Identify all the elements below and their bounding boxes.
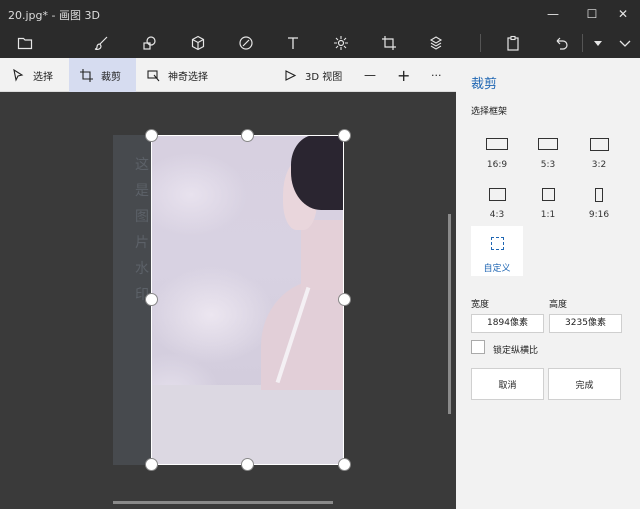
lock-aspect-checkbox[interactable] [471,340,485,354]
effects-icon[interactable] [326,28,356,58]
ratio-1-1[interactable]: 1:1 [522,180,574,230]
frame-section-label: 选择框架 [471,107,508,117]
watermark-char: 片 [135,235,149,251]
2d-shapes-icon[interactable] [135,28,165,58]
toolbar-divider [480,34,481,52]
watermark-char: 是 [135,183,149,199]
ratio-3-2[interactable]: 3:2 [573,130,625,180]
crop-handle-top-right[interactable] [338,129,351,142]
cursor-icon [13,68,24,82]
zoom-out-button[interactable]: — [364,58,380,92]
select-tool-button[interactable]: 选择 [12,58,68,92]
crop-tool-button[interactable]: 裁剪 [69,58,136,92]
folder-icon[interactable] [10,28,40,58]
crop-label: 裁剪 [101,71,121,83]
ratio-9-16[interactable]: 9:16 [573,180,625,230]
ratio-shape-icon [589,138,609,151]
magic-select-icon [147,69,160,81]
3d-view-icon [285,69,297,81]
ratio-shape-icon [486,138,508,150]
cancel-button[interactable]: 取消 [471,368,544,400]
height-field[interactable]: 3235像素 [549,314,622,333]
ratio-5-3[interactable]: 5:3 [522,130,574,180]
select-label: 选择 [33,71,53,83]
crop-handle-bottom-left[interactable] [145,458,158,471]
ratio-shape-icon [538,138,558,150]
ratio-4-3[interactable]: 4:3 [471,180,523,230]
minimize-button[interactable]: — [536,0,570,28]
ratio-shape-icon [490,237,504,250]
watermark-char: 水 [135,261,149,277]
watermark-char: 图 [135,209,149,225]
crop-frame[interactable] [151,135,344,465]
crop-panel: 裁剪 选择框架 16:9 5:3 3:2 4:3 1:1 9:16 自定义 宽度… [456,58,640,509]
crop-subtoolbar: 选择 裁剪 神奇选择 3D 视图 — + ··· [0,58,456,92]
ratio-label: 1:1 [540,210,556,220]
vertical-scrollbar[interactable] [448,214,451,414]
canvas-area[interactable]: 这 是 图 片 水 印 [0,92,456,509]
height-label: 高度 [549,300,568,310]
more-options-button[interactable]: ··· [431,58,447,92]
ratio-label: 5:3 [540,160,556,170]
magic-select-button[interactable]: 神奇选择 [147,58,217,92]
watermark-char: 这 [135,157,149,173]
crop-handle-left[interactable] [145,293,158,306]
ratio-label: 3:2 [591,160,607,170]
dropdown-icon[interactable] [583,28,613,58]
lock-aspect-label: 锁定纵横比 [493,346,539,356]
stickers-icon[interactable] [231,28,261,58]
crop-handle-bottom-right[interactable] [338,458,351,471]
crop-handle-right[interactable] [338,293,351,306]
window-title: 20.jpg* - 画图 3D [8,9,100,22]
library-icon[interactable] [421,28,451,58]
expand-icon[interactable] [610,28,640,58]
magic-select-label: 神奇选择 [168,71,208,83]
crop-handle-bottom[interactable] [241,458,254,471]
crop-handle-top[interactable] [241,129,254,142]
text-icon[interactable] [278,28,308,58]
canvas-icon[interactable] [374,28,404,58]
crop-handle-top-left[interactable] [145,129,158,142]
width-label: 宽度 [471,300,490,310]
zoom-in-button[interactable]: + [397,58,413,92]
ratio-custom[interactable]: 自定义 [471,226,523,276]
ratio-label: 16:9 [486,160,508,170]
crop-icon [80,68,93,82]
ratio-label: 自定义 [483,264,511,274]
done-button[interactable]: 完成 [548,368,621,400]
brush-icon[interactable] [87,28,117,58]
maximize-button[interactable]: ☐ [575,0,609,28]
close-button[interactable]: ✕ [606,0,640,28]
3d-view-button[interactable]: 3D 视图 [284,58,344,92]
3d-view-label: 3D 视图 [305,71,343,83]
ratio-label: 9:16 [588,210,610,220]
ratio-16-9[interactable]: 16:9 [471,130,523,180]
main-toolbar [0,28,640,58]
panel-title: 裁剪 [471,77,498,92]
watermark-text: 这 是 图 片 水 印 [135,152,151,308]
paste-icon[interactable] [498,28,528,58]
undo-icon[interactable] [546,28,576,58]
ratio-shape-icon [541,188,555,201]
ratio-shape-icon [595,188,603,202]
width-field[interactable]: 1894像素 [471,314,544,333]
3d-shapes-icon[interactable] [183,28,213,58]
title-bar: 20.jpg* - 画图 3D — ☐ ✕ [0,0,640,28]
horizontal-scrollbar[interactable] [113,501,333,504]
ratio-shape-icon [488,188,506,201]
ratio-label: 4:3 [489,210,505,220]
